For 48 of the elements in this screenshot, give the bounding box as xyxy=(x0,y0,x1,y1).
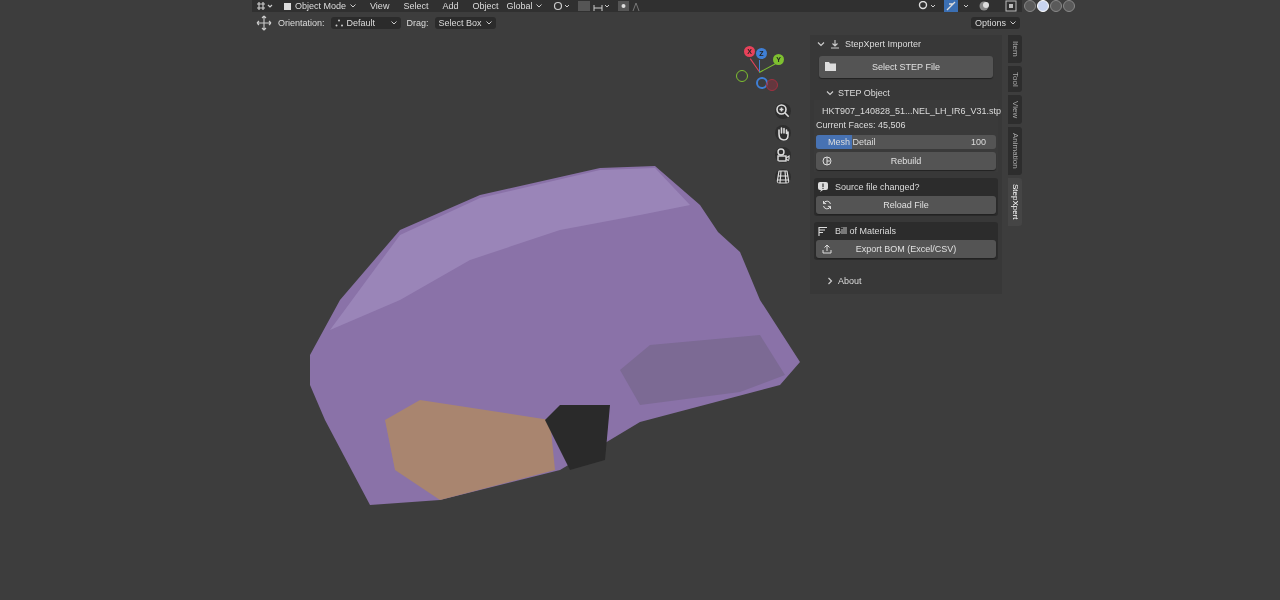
panel-header[interactable]: StepXpert Importer xyxy=(814,37,998,51)
refresh-icon xyxy=(822,200,832,210)
download-icon xyxy=(830,39,840,49)
bom-title: Bill of Materials xyxy=(835,226,897,236)
xray-icon[interactable] xyxy=(1004,0,1019,12)
sidebar-tab[interactable]: Item xyxy=(1008,35,1022,63)
list-icon xyxy=(818,226,828,236)
move-icon[interactable] xyxy=(256,15,272,31)
reload-file-button[interactable]: Reload File xyxy=(816,196,996,214)
camera-icon[interactable] xyxy=(775,147,791,163)
sidebar-tab[interactable]: Tool xyxy=(1008,65,1022,93)
mode-dropdown[interactable]: Object Mode xyxy=(280,0,361,12)
menu-item[interactable]: Select xyxy=(399,1,433,11)
options-dropdown[interactable]: Options xyxy=(970,17,1020,29)
mesh-detail-slider[interactable]: Mesh Detail 100 xyxy=(816,135,996,149)
menu-item[interactable]: Add xyxy=(438,1,463,11)
source-changed-text: Source file changed? xyxy=(835,182,920,192)
export-icon xyxy=(822,244,832,254)
rebuild-icon xyxy=(822,156,832,166)
caret-icon xyxy=(536,4,543,8)
export-bom-button[interactable]: Export BOM (Excel/CSV) xyxy=(816,240,996,258)
sidebar-tab[interactable]: StepXpert xyxy=(1008,178,1022,226)
drag-dropdown[interactable]: Select Box xyxy=(434,17,496,29)
rebuild-button[interactable]: Rebuild xyxy=(816,152,996,170)
caret-icon xyxy=(350,4,357,8)
menu-item[interactable]: Object xyxy=(468,1,503,11)
axes-icon xyxy=(334,19,343,27)
orientation-dropdown[interactable]: Default xyxy=(330,17,401,29)
editor-type-icon[interactable] xyxy=(256,1,274,11)
caret-icon xyxy=(390,21,397,25)
caret-icon xyxy=(1010,21,1016,25)
subpanel-header[interactable]: STEP Object xyxy=(814,86,998,100)
folder-icon xyxy=(825,62,836,71)
orientation-label: Orientation: xyxy=(278,18,325,28)
drag-label: Drag: xyxy=(406,18,429,28)
sidebar-tab[interactable]: Animation xyxy=(1008,127,1022,176)
menu-item[interactable]: View xyxy=(366,1,394,11)
alert-icon xyxy=(818,182,828,192)
zoom-icon[interactable] xyxy=(775,103,791,119)
hand-icon[interactable] xyxy=(775,125,791,141)
select-file-button[interactable]: Select STEP File xyxy=(819,56,993,78)
face-count: Current Faces: 45,506 xyxy=(816,120,907,130)
caret-icon xyxy=(485,21,492,25)
file-name: HKT907_140828_51...NEL_LH_IR6_V31.stp xyxy=(822,106,1002,116)
orientation-dropdown[interactable]: Global xyxy=(502,0,547,12)
subpanel-header[interactable]: About xyxy=(814,274,998,288)
sidebar-tab[interactable]: View xyxy=(1008,95,1022,125)
grid-icon[interactable] xyxy=(775,169,791,185)
